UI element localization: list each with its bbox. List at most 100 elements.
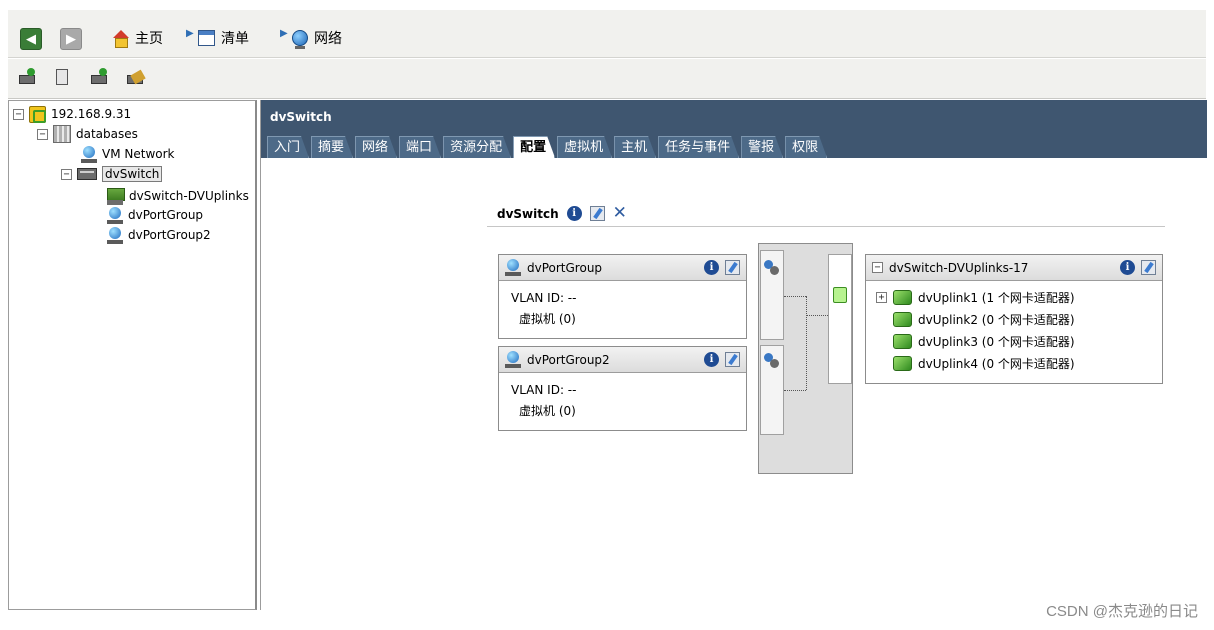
breadcrumb-home[interactable]: 主页 <box>112 28 163 48</box>
home-icon <box>112 29 129 48</box>
uplink-group-name[interactable]: dvSwitch-DVUplinks-17 <box>889 261 1028 275</box>
collapse-icon[interactable]: − <box>13 108 24 120</box>
vlan-id: VLAN ID: -- <box>511 291 577 305</box>
collapse-icon[interactable]: − <box>61 168 72 180</box>
breadcrumb-network-label: 网络 <box>314 31 342 47</box>
add-host-icon <box>19 75 35 84</box>
tree-item-vm-network[interactable]: VM Network <box>81 145 174 163</box>
uplink-row[interactable]: dvUplink3 (0 个网卡适配器) <box>876 333 1075 350</box>
connection-line <box>806 315 828 316</box>
toolbar <box>8 59 1206 99</box>
uplink-connector <box>828 254 852 384</box>
add-host-button[interactable] <box>18 67 38 87</box>
edit-icon[interactable] <box>725 260 740 275</box>
add-network-button[interactable] <box>90 67 110 87</box>
breadcrumb-inventory[interactable]: 清单 <box>198 28 249 48</box>
uplink-nic-icon <box>893 312 912 327</box>
breadcrumb-network[interactable]: 网络 <box>292 28 342 49</box>
back-button[interactable]: ◀ <box>20 28 42 50</box>
tab-summary[interactable]: 摘要 <box>311 136 353 158</box>
new-vm-button[interactable] <box>52 67 72 87</box>
vm-count[interactable]: 虚拟机 (0) <box>511 401 734 422</box>
collapse-icon[interactable]: − <box>37 128 48 140</box>
switch-name: dvSwitch <box>497 206 559 221</box>
portgroup-card-body: VLAN ID: -- 虚拟机 (0) <box>499 281 746 337</box>
portgroup-icon <box>107 206 123 224</box>
add-network-icon <box>91 75 107 84</box>
uplink-row[interactable]: + dvUplink1 (1 个网卡适配器) <box>876 289 1075 306</box>
tab-virtual-machines[interactable]: 虚拟机 <box>557 136 612 158</box>
breadcrumb-separator-icon: ▶ <box>186 28 194 39</box>
uplink-nic-icon <box>893 356 912 371</box>
add-badge-icon <box>99 68 107 76</box>
portgroup-name[interactable]: dvPortGroup <box>527 261 602 275</box>
breadcrumb-separator-icon: ▶ <box>280 28 288 39</box>
uplink-nic-icon <box>893 334 912 349</box>
tab-alarms[interactable]: 警报 <box>741 136 783 158</box>
watermark: CSDN @杰克逊的日记 <box>1046 603 1198 620</box>
info-icon[interactable]: i <box>1120 260 1135 275</box>
portgroup-icon <box>107 226 123 244</box>
tree-host-label: 192.168.9.31 <box>51 107 132 121</box>
uplink-row[interactable]: dvUplink2 (0 个网卡适配器) <box>876 311 1075 328</box>
breadcrumb-inventory-label: 清单 <box>221 31 249 47</box>
uplink-label: dvUplink3 (0 个网卡适配器) <box>918 335 1075 349</box>
tab-network[interactable]: 网络 <box>355 136 397 158</box>
tab-getting-started[interactable]: 入门 <box>267 136 309 158</box>
vlan-id: VLAN ID: -- <box>511 383 577 397</box>
inventory-tree: − 192.168.9.31 − databases VM Network − … <box>8 100 257 610</box>
edit-settings-button[interactable] <box>126 67 146 87</box>
tab-tasks-events[interactable]: 任务与事件 <box>658 136 739 158</box>
info-icon[interactable]: i <box>704 352 719 367</box>
object-header: dvSwitch 入门 摘要 网络 端口 资源分配 配置 虚拟机 主机 任务与事… <box>261 100 1207 158</box>
tree-item-portgroup[interactable]: dvPortGroup2 <box>107 226 211 244</box>
info-icon[interactable]: i <box>566 206 582 221</box>
uplink-port-icon[interactable] <box>833 287 847 303</box>
portgroup-card-header: dvPortGroup i <box>499 255 746 281</box>
tab-hosts[interactable]: 主机 <box>614 136 656 158</box>
tree-node-host[interactable]: − 192.168.9.31 <box>13 105 131 123</box>
forward-arrow-icon: ▶ <box>66 31 76 47</box>
tab-strip: 入门 摘要 网络 端口 资源分配 配置 虚拟机 主机 任务与事件 警报 权限 <box>267 136 829 158</box>
breadcrumb-home-label: 主页 <box>135 31 163 47</box>
expand-icon[interactable]: + <box>876 292 887 303</box>
edit-icon[interactable] <box>1141 260 1156 275</box>
port-icon[interactable] <box>764 353 780 369</box>
forward-button[interactable]: ▶ <box>60 28 82 50</box>
portgroup-card: dvPortGroup i VLAN ID: -- 虚拟机 (0) <box>498 254 747 339</box>
edit-icon[interactable] <box>589 206 605 221</box>
dvswitch-icon <box>77 168 97 180</box>
uplink-row[interactable]: dvUplink4 (0 个网卡适配器) <box>876 355 1075 372</box>
info-icon[interactable]: i <box>704 260 719 275</box>
tree-dvswitch-label: dvSwitch <box>102 166 163 182</box>
tab-ports[interactable]: 端口 <box>399 136 441 158</box>
portgroup-icon <box>505 351 521 368</box>
switch-section-title: dvSwitch i ✕ <box>497 205 627 222</box>
port-icon[interactable] <box>764 260 780 276</box>
main-panel: dvSwitch 入门 摘要 网络 端口 资源分配 配置 虚拟机 主机 任务与事… <box>260 100 1207 610</box>
back-arrow-icon: ◀ <box>26 31 36 47</box>
vcenter-icon <box>29 105 46 123</box>
tree-pg1-label: dvPortGroup <box>128 208 204 222</box>
uplinks-card-header: − dvSwitch-DVUplinks-17 i <box>866 255 1162 281</box>
vm-count[interactable]: 虚拟机 (0) <box>511 309 734 330</box>
object-title: dvSwitch <box>270 110 332 124</box>
uplink-nic-icon <box>893 290 912 305</box>
connection-line <box>784 390 806 391</box>
tree-item-uplinks[interactable]: dvSwitch-DVUplinks <box>107 187 249 205</box>
collapse-icon[interactable]: − <box>872 262 883 273</box>
connection-line <box>806 296 807 390</box>
tab-permissions[interactable]: 权限 <box>785 136 827 158</box>
tab-configuration[interactable]: 配置 <box>513 136 555 158</box>
edit-icon[interactable] <box>725 352 740 367</box>
portgroup-name[interactable]: dvPortGroup2 <box>527 353 610 367</box>
tree-vm-network-label: VM Network <box>102 147 175 161</box>
tab-resource-allocation[interactable]: 资源分配 <box>443 136 511 158</box>
tree-node-datacenter[interactable]: − databases <box>37 125 138 143</box>
tree-item-portgroup[interactable]: dvPortGroup <box>107 206 203 224</box>
tree-item-dvswitch[interactable]: − dvSwitch <box>61 165 163 183</box>
navigation-bar: ◀ ▶ 主页 ▶ 清单 ▶ 网络 <box>8 10 1206 58</box>
uplink-label: dvUplink2 (0 个网卡适配器) <box>918 313 1075 327</box>
uplinks-card: − dvSwitch-DVUplinks-17 i + dvUplink1 (1… <box>865 254 1163 384</box>
remove-icon[interactable]: ✕ <box>613 205 627 222</box>
